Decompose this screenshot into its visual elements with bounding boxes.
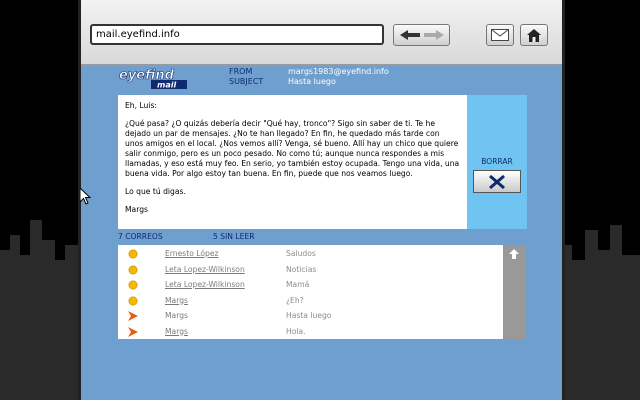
from-label: FROM	[229, 67, 253, 76]
inbox-from[interactable]: Margs	[165, 296, 188, 305]
inbox-list: Ernesto López Saludos Leta Lopez-Wilkins…	[118, 245, 503, 339]
message-text: ¿Qué pasa? ¿O quizás debería decir "Qué …	[125, 119, 460, 178]
inbox-subject: Saludos	[286, 249, 316, 258]
read-arrow-icon	[128, 326, 138, 337]
mail-button[interactable]	[486, 24, 514, 46]
inbox-subject: ¿Eh?	[286, 295, 304, 305]
message-closing: Lo que tú digas.	[125, 187, 186, 196]
inbox-row[interactable]: Margs Hasta luego	[118, 308, 503, 324]
delete-button[interactable]	[473, 170, 521, 193]
svg-text:mail: mail	[157, 81, 176, 90]
scroll-to-top-icon[interactable]	[509, 249, 519, 259]
unread-dot-icon	[128, 249, 138, 259]
browser-toolbar: mail.eyefind.info	[81, 0, 562, 66]
inbox-subject: Hola.	[286, 326, 306, 336]
inbox-subject: Noticias	[286, 264, 317, 274]
from-value: margs1983@eyefind.info	[288, 67, 389, 76]
eyefind-mail-logo: eyefind mail	[119, 68, 187, 90]
message-greeting: Eh, Luis:	[125, 101, 157, 110]
delete-label: BORRAR	[481, 157, 513, 166]
back-forward-button[interactable]	[393, 24, 450, 46]
inbox-from[interactable]: Margs	[165, 327, 188, 336]
city-skyline-left	[0, 210, 80, 400]
inbox-from[interactable]: Leta Lopez-Wilkinson	[165, 280, 245, 289]
message-signature: Margs	[125, 205, 148, 214]
inbox-row[interactable]: Leta Lopez-Wilkinson Mamá	[118, 277, 503, 293]
inbox-row[interactable]: Ernesto López Saludos	[118, 246, 503, 262]
inbox-subject: Mamá	[286, 280, 310, 289]
inbox-from[interactable]: Margs	[165, 311, 188, 320]
inbox-from[interactable]: Ernesto López	[165, 249, 219, 258]
inbox-from[interactable]: Leta Lopez-Wilkinson	[165, 265, 245, 274]
unread-dot-icon	[128, 296, 138, 305]
delete-panel: BORRAR	[467, 95, 527, 229]
close-icon	[489, 174, 505, 189]
inbox-row[interactable]: Margs ¿Eh?	[118, 293, 503, 309]
home-button[interactable]	[520, 24, 548, 46]
unread-count: 5 SIN LEER	[213, 232, 255, 241]
inbox-row[interactable]: Margs Hola.	[118, 324, 503, 340]
inbox-subject: Hasta luego	[286, 311, 332, 320]
envelope-icon	[491, 29, 509, 41]
unread-dot-icon	[128, 265, 138, 274]
inbox-row[interactable]: Leta Lopez-Wilkinson Noticias	[118, 262, 503, 278]
unread-dot-icon	[128, 280, 138, 290]
email-count: 7 CORREOS	[118, 232, 163, 241]
browser-window: mail.eyefind.info eyefind mail FROM marg…	[78, 0, 565, 400]
message-body: Eh, Luis: ¿Qué pasa? ¿O quizás debería d…	[118, 95, 467, 229]
subject-value: Hasta luego	[288, 77, 336, 86]
mouse-cursor-icon	[80, 188, 92, 205]
url-bar[interactable]: mail.eyefind.info	[90, 24, 384, 45]
inbox-scrollbar[interactable]	[503, 245, 525, 339]
back-forward-arrows-icon	[399, 30, 444, 40]
read-arrow-icon	[128, 311, 138, 321]
home-icon	[527, 28, 541, 42]
city-skyline-right	[560, 210, 640, 400]
subject-label: SUBJECT	[229, 77, 264, 86]
